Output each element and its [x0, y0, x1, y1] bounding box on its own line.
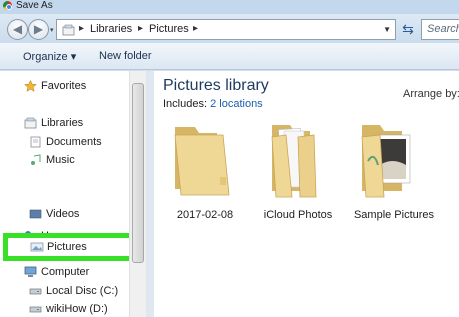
- folder-icon: [174, 127, 230, 196]
- nav-label: Music: [46, 154, 75, 166]
- nav-scrollbar[interactable]: [129, 71, 146, 317]
- star-icon: [24, 80, 37, 92]
- documents-icon: [30, 136, 41, 148]
- address-history-dropdown-icon[interactable]: ▼: [383, 25, 391, 34]
- computer-icon: [24, 266, 37, 277]
- forward-button[interactable]: ▶: [28, 19, 49, 40]
- folder-name: iCloud Photos: [263, 209, 333, 221]
- folder-item[interactable]: 2017-02-08: [160, 121, 250, 231]
- nav-item-pictures-highlight[interactable]: Pictures: [3, 233, 136, 261]
- locations-link[interactable]: 2 locations: [210, 98, 263, 110]
- folder-with-photos-icon: [361, 125, 411, 198]
- nav-label: wikiHow (D:): [46, 303, 108, 315]
- nav-label: Libraries: [41, 117, 84, 129]
- nav-label: Local Disc (C:): [46, 285, 119, 297]
- nav-label: Computer: [41, 266, 90, 278]
- library-title: Pictures library: [163, 77, 269, 94]
- hard-drive-icon: [29, 288, 42, 295]
- window-title: Save As: [16, 0, 53, 11]
- hard-drive-icon: [29, 306, 42, 313]
- pane-splitter[interactable]: [146, 71, 154, 317]
- breadcrumb-libraries[interactable]: Libraries: [90, 23, 132, 35]
- address-row: ◀ ▶ ▾ ▸ Libraries ▸ Pictures ▸ ▼: [0, 14, 459, 43]
- chrome-app-icon: [3, 1, 12, 10]
- scroll-thumb[interactable]: [132, 83, 144, 263]
- music-icon: [31, 154, 41, 165]
- folder-item[interactable]: iCloud Photos: [253, 121, 343, 231]
- videos-icon: [29, 209, 42, 219]
- breadcrumb-pictures[interactable]: Pictures: [149, 23, 189, 35]
- new-folder-button[interactable]: New folder: [99, 50, 152, 62]
- folder-name: Sample Pictures: [353, 209, 435, 221]
- nav-label-pictures: Pictures: [47, 241, 87, 253]
- back-button[interactable]: ◀: [7, 19, 28, 40]
- breadcrumb-separator-icon[interactable]: ▸: [193, 23, 198, 34]
- nav-label: Documents: [46, 136, 102, 148]
- library-includes: Includes: 2 locations: [163, 98, 263, 110]
- title-bar: Save As: [0, 0, 459, 14]
- recent-pages-dropdown-icon[interactable]: ▾: [50, 26, 54, 34]
- includes-label: Includes:: [163, 98, 208, 110]
- libraries-icon: [62, 24, 75, 36]
- arrange-by-label[interactable]: Arrange by:: [403, 88, 459, 100]
- pictures-icon: [30, 242, 44, 252]
- refresh-icon[interactable]: ⇆: [398, 19, 418, 40]
- content-pane: Pictures library Includes: 2 locations A…: [154, 71, 459, 317]
- folder-item[interactable]: Sample Pictures: [349, 121, 439, 231]
- folder-with-documents-icon: [271, 125, 317, 198]
- nav-label: Videos: [46, 208, 80, 220]
- breadcrumb-separator-icon[interactable]: ▸: [79, 23, 84, 34]
- search-input[interactable]: Search: [421, 19, 459, 40]
- libraries-icon: [24, 117, 37, 129]
- address-bar[interactable]: ▸ Libraries ▸ Pictures ▸ ▼: [56, 19, 396, 40]
- nav-label: Favorites: [41, 80, 87, 92]
- navigation-pane: Favorites Libraries Documents Music Vide…: [0, 71, 146, 317]
- organize-button[interactable]: Organize ▾: [23, 50, 76, 63]
- command-toolbar: Organize ▾ New folder: [0, 43, 459, 70]
- breadcrumb-separator-icon[interactable]: ▸: [138, 23, 143, 34]
- folder-name: 2017-02-08: [176, 209, 234, 221]
